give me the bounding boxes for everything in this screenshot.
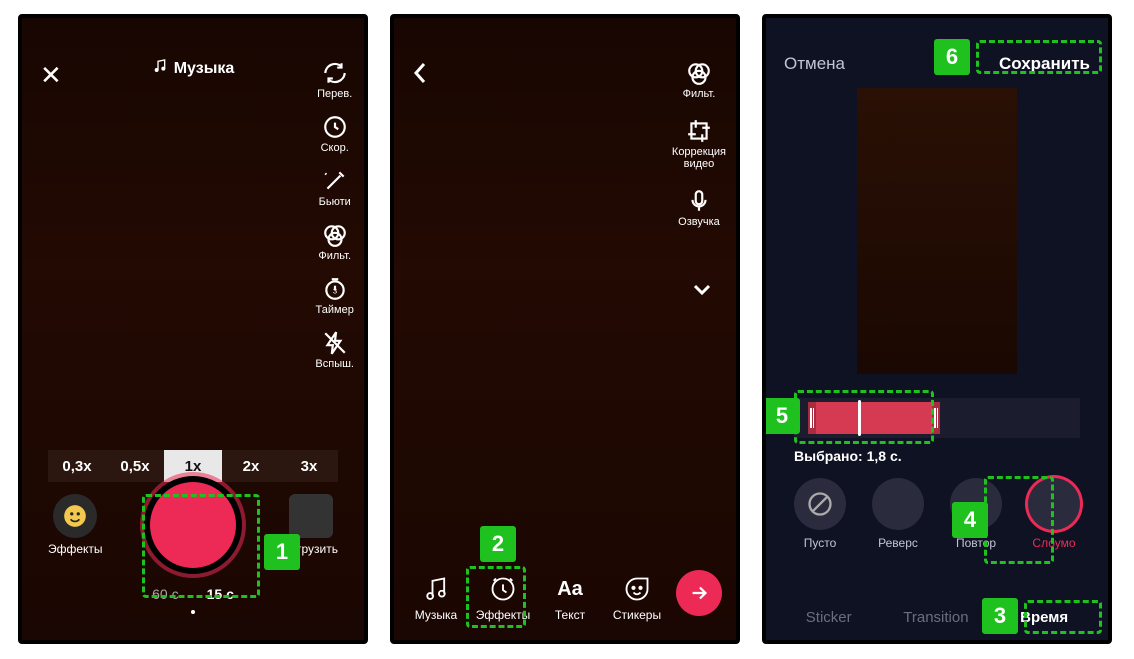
- effects-button[interactable]: Эффекты: [48, 494, 103, 556]
- record-button[interactable]: [150, 482, 236, 568]
- selection-handle-left[interactable]: [808, 402, 816, 434]
- music-button[interactable]: Музыка: [408, 574, 464, 622]
- speed-1x[interactable]: 1x: [164, 450, 222, 482]
- voiceover-tool[interactable]: Озвучка: [678, 188, 720, 228]
- music-button[interactable]: Музыка: [152, 58, 235, 79]
- upload-thumbnail: [289, 494, 333, 538]
- annotation-number-2: 2: [480, 526, 516, 562]
- speed-icon: [322, 114, 348, 140]
- speed-selector: 0,3x 0,5x 1x 2x 3x: [22, 450, 364, 482]
- beauty-tool[interactable]: Бьюти: [319, 168, 351, 208]
- svg-text:3: 3: [333, 286, 337, 295]
- collapse-toolbar[interactable]: [692, 282, 712, 301]
- timer-tool[interactable]: 3 Таймер: [316, 276, 354, 316]
- stickers-button[interactable]: Стикеры: [609, 574, 665, 622]
- text-icon: Aa: [555, 574, 585, 604]
- wand-icon: [322, 168, 348, 194]
- selection-range[interactable]: [808, 402, 938, 434]
- music-label: Музыка: [174, 60, 235, 78]
- speed-0.5x[interactable]: 0,5x: [106, 450, 164, 482]
- mode-reverse[interactable]: Реверс: [864, 478, 932, 550]
- timer-icon: 3: [322, 276, 348, 302]
- filter-icon: [686, 60, 712, 86]
- playhead[interactable]: [858, 400, 861, 436]
- music-icon: [421, 574, 451, 604]
- sticker-icon: [622, 574, 652, 604]
- annotation-number-4: 4: [952, 502, 988, 538]
- selection-handle-right[interactable]: [932, 402, 940, 434]
- tab-transition[interactable]: Transition: [903, 609, 968, 626]
- adjust-tool[interactable]: Коррекция видео: [672, 118, 726, 170]
- next-button[interactable]: [676, 570, 722, 616]
- slomo-thumbnail: [1028, 478, 1080, 530]
- edit-preview-screen: Фильт. Коррекция видео Озвучка Музыка Эф…: [390, 14, 740, 644]
- none-icon: [794, 478, 846, 530]
- filter-tool[interactable]: Фильт.: [318, 222, 351, 262]
- flash-tool[interactable]: Вспыш.: [315, 330, 354, 370]
- effects-icon: [53, 494, 97, 538]
- time-effects-screen: Отмена Сохранить Выбрано: 1,8 с. Пусто Р…: [762, 14, 1112, 644]
- filter-tool[interactable]: Фильт.: [683, 60, 716, 100]
- right-toolbar: Фильт. Коррекция видео Озвучка: [672, 60, 726, 228]
- back-button[interactable]: [412, 60, 428, 91]
- annotation-number-5: 5: [764, 398, 800, 434]
- music-icon: [152, 58, 168, 79]
- effects-button[interactable]: Эффекты: [475, 574, 531, 622]
- filter-icon: [322, 222, 348, 248]
- mode-slomo[interactable]: Слоумо: [1020, 478, 1088, 550]
- save-button[interactable]: Сохранить: [999, 54, 1090, 74]
- mode-none[interactable]: Пусто: [786, 478, 854, 550]
- video-preview: [857, 88, 1017, 374]
- timeline-track[interactable]: [794, 398, 1080, 438]
- reverse-thumbnail: [872, 478, 924, 530]
- camera-record-screen: ✕ Музыка Перев. Скор. Бьюти Фильт. 3 Тай…: [18, 14, 368, 644]
- flip-icon: [322, 60, 348, 86]
- duration-15s[interactable]: 15 с: [207, 586, 234, 602]
- speed-2x[interactable]: 2x: [222, 450, 280, 482]
- page-indicator: [191, 610, 195, 614]
- text-button[interactable]: Aa Текст: [542, 574, 598, 622]
- annotation-number-6: 6: [934, 39, 970, 75]
- flash-off-icon: [322, 330, 348, 356]
- duration-selector: 60 с 15 с: [22, 586, 364, 602]
- speed-3x[interactable]: 3x: [280, 450, 338, 482]
- duration-60s[interactable]: 60 с: [152, 586, 178, 602]
- speed-tool[interactable]: Скор.: [321, 114, 349, 154]
- flip-tool[interactable]: Перев.: [317, 60, 352, 100]
- speed-0.3x[interactable]: 0,3x: [48, 450, 106, 482]
- annotation-number-3: 3: [982, 598, 1018, 634]
- effects-clock-icon: [488, 574, 518, 604]
- tab-time[interactable]: Время: [1020, 609, 1068, 626]
- mic-icon: [686, 188, 712, 214]
- annotation-number-1: 1: [264, 534, 300, 570]
- crop-icon: [686, 118, 712, 144]
- cancel-button[interactable]: Отмена: [784, 54, 845, 74]
- selection-duration-label: Выбрано: 1,8 с.: [794, 448, 902, 464]
- tab-sticker[interactable]: Sticker: [806, 609, 852, 626]
- time-effect-modes: Пусто Реверс Повтор Слоумо: [766, 478, 1108, 550]
- right-toolbar: Перев. Скор. Бьюти Фильт. 3 Таймер Вспыш…: [315, 60, 354, 370]
- effect-category-tabs: Sticker Transition Время: [766, 609, 1108, 626]
